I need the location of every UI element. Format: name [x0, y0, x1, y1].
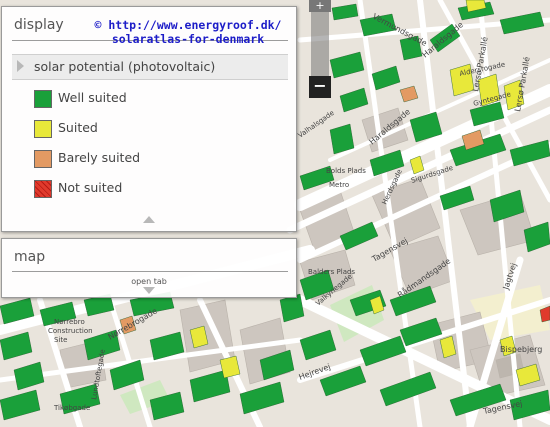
map-panel-title[interactable]: map: [14, 249, 45, 265]
street-label: Nørrebro: [54, 318, 85, 326]
street-label: Construction: [48, 327, 93, 335]
legend-swatch: [34, 90, 52, 108]
map-panel: map open tab: [1, 238, 297, 298]
copyright-credit: © http://www.energyroof.dk/ solaratlas-f…: [88, 18, 288, 46]
street-label: Site: [54, 336, 67, 344]
credit-line-path: solaratlas-for-denmark: [111, 32, 265, 46]
expand-down-icon[interactable]: [143, 287, 155, 294]
open-tab-label[interactable]: open tab: [2, 277, 296, 286]
legend-swatch: [34, 180, 52, 198]
credit-line-url: © http://www.energyroof.dk/: [94, 18, 282, 32]
street-label: Tikøbgade: [53, 404, 90, 412]
street-label: Bolds Plads: [326, 167, 366, 175]
display-panel: display solar potential (photovoltaic) W…: [1, 6, 297, 232]
legend-label: Barely suited: [58, 150, 141, 165]
legend-label: Suited: [58, 120, 98, 135]
layer-row-solar-potential[interactable]: solar potential (photovoltaic): [12, 54, 288, 80]
legend-swatch: [34, 150, 52, 168]
expand-arrow-icon[interactable]: [17, 60, 24, 72]
zoom-in-button[interactable]: +: [309, 0, 331, 12]
zoom-control: + −: [309, 0, 331, 100]
legend-label: Well suited: [58, 90, 127, 105]
zoom-out-button[interactable]: −: [309, 76, 331, 98]
display-panel-title[interactable]: display: [14, 17, 64, 33]
collapse-up-icon[interactable]: [143, 216, 155, 223]
legend-swatch: [34, 120, 52, 138]
legend-label: Not suited: [58, 180, 123, 195]
street-label: Bispebjerg: [500, 345, 542, 354]
divider: [12, 271, 288, 272]
layer-label: solar potential (photovoltaic): [34, 59, 216, 74]
street-label: Metro: [329, 181, 349, 189]
